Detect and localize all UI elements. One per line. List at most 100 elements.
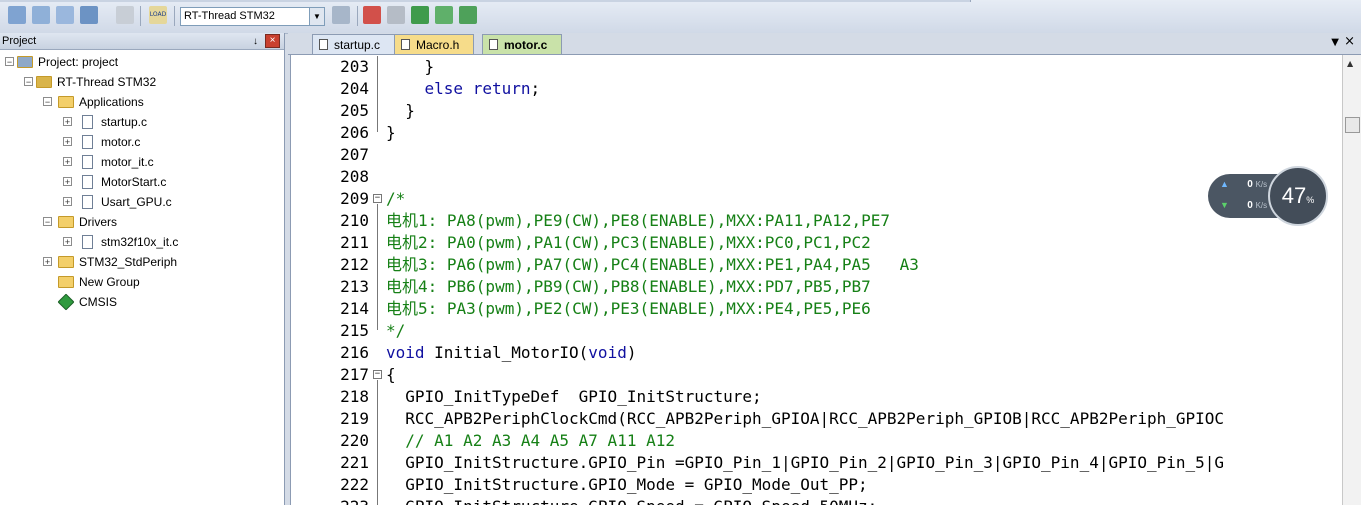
translate-icon[interactable] (8, 6, 26, 24)
target-select[interactable]: RT-Thread STM32 ▼ (180, 7, 325, 26)
code-line[interactable]: 219 RCC_APB2PeriphClockCmd(RCC_APB2Perip… (291, 408, 1345, 430)
expand-icon[interactable]: + (63, 237, 72, 247)
upload-value: 0 (1247, 179, 1253, 190)
close-icon[interactable]: × (1344, 34, 1355, 49)
code-line[interactable]: 210 电机1: PA8(pwm),PE9(CW),PE8(ENABLE),MXX… (291, 210, 1345, 232)
code-editor[interactable]: 203 } 204 else return; 205 } 206} 207 208 209−… (290, 55, 1345, 505)
project-panel-header: Project ↓ × (0, 33, 284, 50)
code-line[interactable]: 215 */ (291, 320, 1345, 342)
code-line[interactable]: 221 GPIO_InitStructure.GPIO_Pin =GPIO_Pi… (291, 452, 1345, 474)
line-number: 203 (340, 57, 369, 76)
code-line[interactable]: 222 GPIO_InitStructure.GPIO_Mode = GPIO_… (291, 474, 1345, 496)
close-icon[interactable]: × (265, 34, 280, 48)
collapse-icon[interactable]: − (24, 77, 33, 87)
stop-build-icon[interactable] (116, 6, 134, 24)
file-extensions-icon[interactable] (387, 6, 405, 24)
toolbar: LOAD RT-Thread STM32 ▼ (0, 0, 1361, 34)
code-text: */ (386, 321, 406, 340)
project-icon (17, 56, 33, 68)
tab-motor-c[interactable]: motor.c (482, 34, 562, 54)
tree-item-label: Project: project (38, 55, 119, 69)
expand-icon[interactable]: + (63, 197, 72, 207)
code-line[interactable]: 214 电机5: PA3(pwm),PE2(CW),PE3(ENABLE),MXX… (291, 298, 1345, 320)
pin-icon[interactable]: ↓ (253, 34, 258, 50)
run-time-environment-icon[interactable] (459, 6, 477, 24)
target-icon (36, 76, 52, 88)
line-number: 223 (329, 496, 369, 505)
code-line[interactable]: 213 电机4: PB6(pwm),PB9(CW),PB8(ENABLE),MXX… (291, 276, 1345, 298)
code-text: /* (386, 189, 406, 208)
load-icon[interactable]: LOAD (149, 6, 167, 24)
document-icon (489, 39, 498, 50)
scrollbar-thumb[interactable] (1345, 117, 1360, 133)
line-number: 206 (340, 123, 369, 142)
expand-icon[interactable]: + (63, 137, 72, 147)
tree-item-label: stm32f10x_it.c (101, 235, 179, 249)
vertical-scrollbar[interactable]: ▲ (1342, 55, 1361, 505)
line-number: 211 (340, 233, 369, 252)
build-icon[interactable] (32, 6, 50, 24)
code-line[interactable]: 209−/* (291, 188, 1345, 210)
code-line[interactable]: 223 GPIO_InitStructure.GPIO_Speed = GPIO… (291, 496, 1345, 505)
folder-icon (58, 256, 74, 268)
expand-icon[interactable]: + (63, 117, 72, 127)
code-line[interactable]: 203 } (291, 56, 1345, 78)
fold-toggle-icon[interactable]: − (373, 194, 382, 203)
collapse-icon[interactable]: − (43, 217, 52, 227)
code-text: } (386, 101, 415, 120)
cpu-unit: % (1306, 195, 1315, 205)
fold-toggle-icon[interactable]: − (373, 370, 382, 379)
arrow-up-icon: ▲ (1220, 179, 1229, 189)
batch-build-icon[interactable] (80, 6, 98, 24)
expand-icon[interactable]: + (43, 257, 52, 267)
tab-macro-h[interactable]: Macro.h (394, 34, 474, 54)
tree-item-label: Applications (79, 95, 144, 109)
code-text: GPIO_InitStructure.GPIO_Mode = GPIO_Mode… (386, 475, 868, 494)
expand-icon[interactable]: + (63, 157, 72, 167)
file-icon (82, 135, 93, 149)
chevron-down-icon[interactable]: ▼ (1331, 37, 1339, 48)
code-line[interactable]: 216 void Initial_MotorIO(void) (291, 342, 1345, 364)
folder-icon (58, 276, 74, 288)
tree-item-label: STM32_StdPeriph (79, 255, 178, 269)
code-text: GPIO_InitStructure.GPIO_Speed = GPIO_Spe… (386, 496, 877, 505)
tree-item-label: motor_it.c (101, 155, 154, 169)
cpu-gauge: 47% (1268, 166, 1328, 226)
chevron-down-icon[interactable]: ▼ (309, 8, 324, 25)
code-text: 电机3: PA6(pwm),PA7(CW),PC4(ENABLE),MXX:PE… (386, 255, 919, 274)
line-number: 207 (340, 145, 369, 164)
expand-icon[interactable]: + (63, 177, 72, 187)
line-number: 222 (340, 475, 369, 494)
rebuild-icon[interactable] (56, 6, 74, 24)
collapse-icon[interactable]: − (5, 57, 14, 67)
code-line[interactable]: 220 // A1 A2 A3 A4 A5 A7 A11 A12 (291, 430, 1345, 452)
toolbar-separator (174, 6, 175, 26)
line-number: 219 (340, 409, 369, 428)
target-options-icon[interactable] (332, 6, 350, 24)
code-line[interactable]: 205 } (291, 100, 1345, 122)
collapse-icon[interactable]: − (43, 97, 52, 107)
tab-label: Macro.h (416, 38, 460, 52)
manage-components-icon[interactable] (363, 6, 381, 24)
code-line[interactable]: 208 (291, 166, 1345, 188)
project-panel-title: Project (2, 35, 37, 47)
code-text: // A1 A2 A3 A4 A5 A7 A11 A12 (386, 431, 675, 450)
pack-installer-icon[interactable] (411, 6, 429, 24)
scroll-up-icon[interactable]: ▲ (1347, 59, 1353, 68)
code-line[interactable]: 218 GPIO_InitTypeDef GPIO_InitStructure; (291, 386, 1345, 408)
toolbar-top-strip (0, 0, 971, 2)
code-line[interactable]: 204 else return; (291, 78, 1345, 100)
tree-item-label: MotorStart.c (101, 175, 167, 189)
tree-item-label: startup.c (101, 115, 148, 129)
code-line[interactable]: 212 电机3: PA6(pwm),PA7(CW),PC4(ENABLE),MXX… (291, 254, 1345, 276)
select-packs-icon[interactable] (435, 6, 453, 24)
code-line[interactable]: 206} (291, 122, 1345, 144)
code-line[interactable]: 207 (291, 144, 1345, 166)
tree-item-label: motor.c (101, 135, 141, 149)
document-icon (401, 39, 410, 50)
code-line[interactable]: 217−{ (291, 364, 1345, 386)
cpu-gauge-value: 47% (1270, 183, 1326, 209)
code-text: GPIO_InitTypeDef GPIO_InitStructure; (386, 387, 762, 406)
code-line[interactable]: 211 电机2: PA0(pwm),PA1(CW),PC3(ENABLE),MXX… (291, 232, 1345, 254)
line-number: 213 (340, 277, 369, 296)
